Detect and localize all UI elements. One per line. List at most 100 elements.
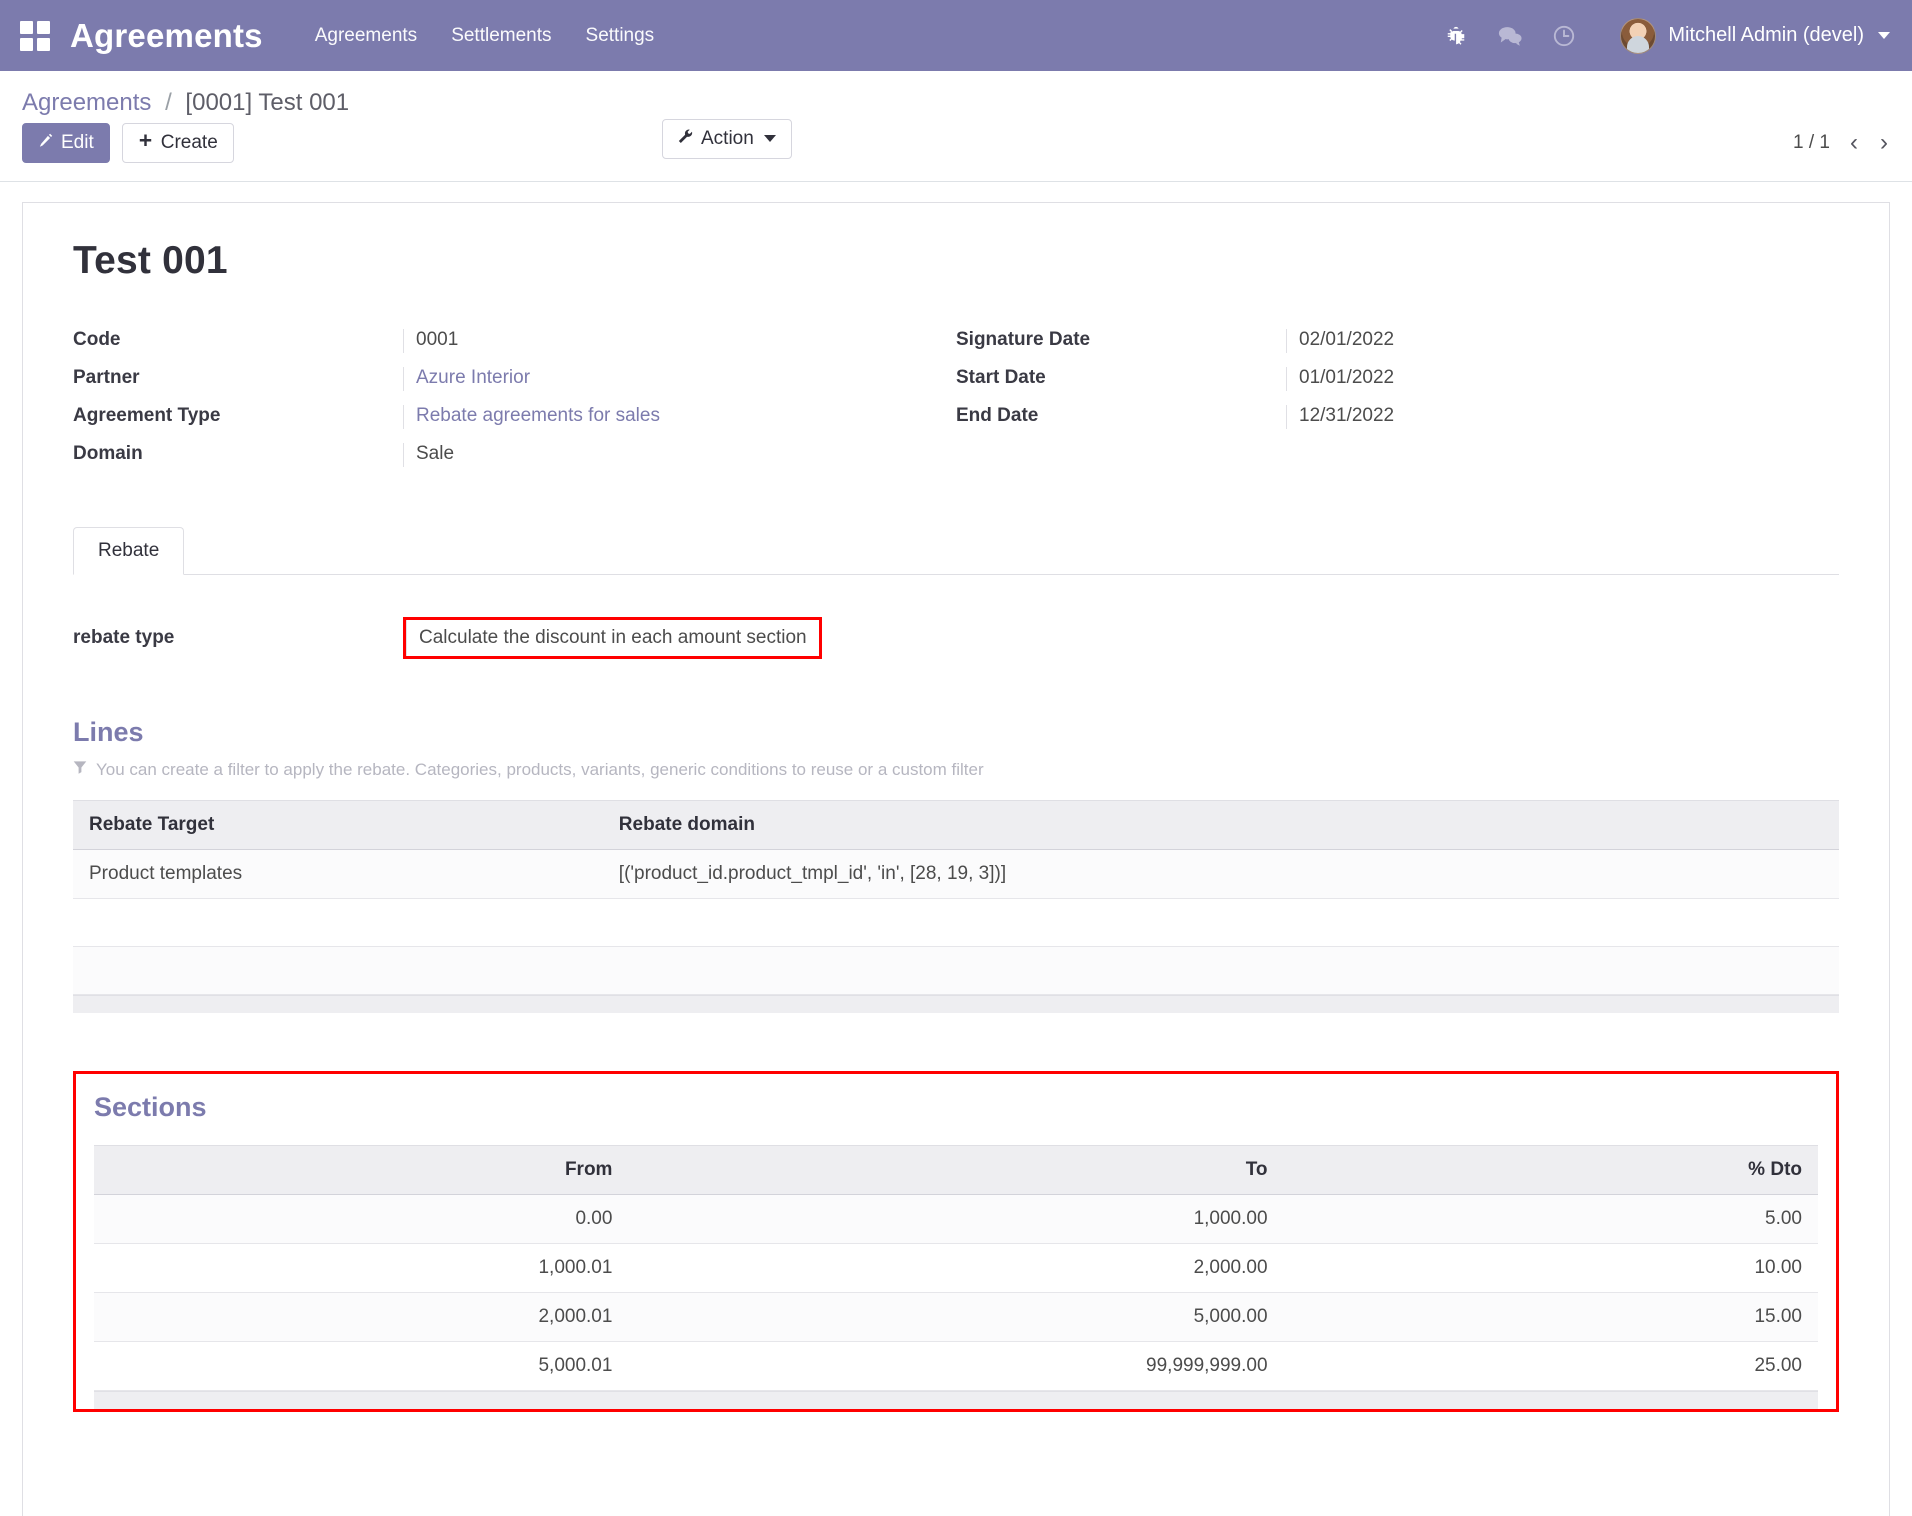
form-sheet: Test 001 Code 0001 Partner Azure Interio…: [22, 201, 1890, 1516]
edit-button[interactable]: Edit: [22, 123, 110, 163]
table-header-row: Rebate Target Rebate domain: [73, 799, 1839, 850]
cell-rebate-domain[interactable]: [602, 898, 1839, 947]
field-value-start-date[interactable]: 01/01/2022: [1286, 366, 1769, 391]
avatar: [1620, 17, 1657, 54]
apps-grid-icon[interactable]: [20, 20, 50, 51]
table-row[interactable]: 5,000.01 99,999,999.00 25.00: [94, 1341, 1818, 1391]
field-value-domain[interactable]: Sale: [403, 442, 886, 467]
notebook-tabs: Rebate: [73, 526, 1839, 575]
field-label-code: Code: [73, 328, 121, 350]
field-label-signature-date: Signature Date: [956, 328, 1091, 350]
pager-counter: 1 / 1: [1793, 131, 1830, 153]
cell-rebate-domain[interactable]: [602, 946, 1839, 995]
column-header-to[interactable]: To: [628, 1144, 1284, 1195]
bug-icon[interactable]: [1442, 22, 1470, 50]
column-header-pct-dto[interactable]: % Dto: [1283, 1144, 1818, 1195]
table-row[interactable]: [73, 898, 1839, 947]
field-label-partner: Partner: [73, 366, 140, 388]
lines-table: Rebate Target Rebate domain Product temp…: [73, 799, 1839, 995]
field-value-rebate-type[interactable]: Calculate the discount in each amount se…: [406, 619, 819, 656]
chevron-down-icon: [763, 135, 776, 143]
column-header-from[interactable]: From: [94, 1144, 629, 1195]
cell-from[interactable]: 5,000.01: [94, 1341, 629, 1391]
edit-button-label: Edit: [61, 132, 94, 153]
cell-rebate-target[interactable]: Product templates: [73, 849, 603, 899]
sections-section-title: Sections: [94, 1091, 207, 1122]
cell-pct-dto[interactable]: 15.00: [1283, 1292, 1818, 1342]
menu-item-agreements[interactable]: Agreements: [315, 25, 417, 47]
lines-help-text-container: You can create a filter to apply the reb…: [73, 760, 1839, 780]
cell-pct-dto[interactable]: 10.00: [1283, 1243, 1818, 1293]
main-menu: Agreements Settlements Settings: [315, 25, 654, 47]
field-groups: Code 0001 Partner Azure Interior Agreeme…: [73, 328, 1839, 481]
user-name-label: Mitchell Admin (devel): [1668, 24, 1864, 46]
column-header-rebate-target[interactable]: Rebate Target: [73, 799, 603, 850]
action-menu-container: Action: [662, 119, 792, 159]
cell-rebate-domain[interactable]: [('product_id.product_tmpl_id', 'in', [2…: [602, 849, 1839, 899]
app-brand-title[interactable]: Agreements: [70, 17, 263, 55]
field-row-end-date: End Date 12/31/2022: [956, 404, 1769, 429]
tab-rebate[interactable]: Rebate: [73, 526, 185, 575]
clock-icon[interactable]: [1550, 22, 1578, 50]
cell-rebate-target[interactable]: [73, 898, 603, 947]
user-menu[interactable]: Mitchell Admin (devel): [1620, 17, 1890, 54]
navbar-right-actions: Mitchell Admin (devel): [1442, 17, 1890, 54]
table-row[interactable]: 2,000.01 5,000.00 15.00: [94, 1292, 1818, 1342]
page-title: Test 001: [73, 238, 228, 282]
breadcrumb-current: [0001] Test 001: [185, 89, 350, 116]
field-row-start-date: Start Date 01/01/2022: [956, 366, 1769, 391]
field-value-code[interactable]: 0001: [403, 328, 886, 353]
table-row[interactable]: Product templates [('product_id.product_…: [73, 849, 1839, 899]
breadcrumb-root[interactable]: Agreements: [22, 89, 151, 116]
field-value-agreement-type[interactable]: Rebate agreements for sales: [403, 404, 886, 429]
cell-to[interactable]: 99,999,999.00: [628, 1341, 1284, 1391]
rebate-type-highlight: Calculate the discount in each amount se…: [403, 616, 822, 659]
column-header-rebate-domain[interactable]: Rebate domain: [602, 799, 1839, 850]
chat-icon[interactable]: [1496, 22, 1524, 50]
notebook: Rebate rebate type Calculate the discoun…: [73, 526, 1839, 1412]
sections-table-footer: [94, 1390, 1818, 1409]
field-label-domain: Domain: [73, 442, 143, 464]
cell-to[interactable]: 2,000.00: [628, 1243, 1284, 1293]
cell-from[interactable]: 1,000.01: [94, 1243, 629, 1293]
pencil-icon: [38, 131, 53, 155]
lines-table-footer: [73, 994, 1839, 1013]
pager-previous-button[interactable]: ‹: [1848, 130, 1860, 155]
cell-to[interactable]: 5,000.00: [628, 1292, 1284, 1342]
field-group-right: Signature Date 02/01/2022 Start Date 01/…: [956, 328, 1839, 481]
wrench-icon: [678, 127, 693, 151]
pager: 1 / 1 ‹ ›: [1793, 130, 1890, 155]
field-label-agreement-type: Agreement Type: [73, 404, 221, 426]
action-button[interactable]: Action: [662, 119, 792, 159]
pager-next-button[interactable]: ›: [1878, 130, 1890, 155]
field-label-start-date: Start Date: [956, 366, 1046, 388]
cell-from[interactable]: 2,000.01: [94, 1292, 629, 1342]
field-row-partner: Partner Azure Interior: [73, 366, 886, 391]
table-row[interactable]: [73, 946, 1839, 995]
breadcrumb-separator: /: [165, 89, 172, 116]
chevron-down-icon: [1878, 32, 1890, 39]
menu-item-settlements[interactable]: Settlements: [451, 25, 551, 47]
table-row[interactable]: 1,000.01 2,000.00 10.00: [94, 1243, 1818, 1293]
lines-section-title: Lines: [73, 716, 144, 747]
cell-from[interactable]: 0.00: [94, 1194, 629, 1244]
action-button-label: Action: [701, 128, 754, 149]
cell-rebate-target[interactable]: [73, 946, 603, 995]
lines-help-text: You can create a filter to apply the reb…: [96, 759, 984, 779]
field-row-domain: Domain Sale: [73, 442, 886, 467]
field-value-signature-date[interactable]: 02/01/2022: [1286, 328, 1769, 353]
field-row-agreement-type: Agreement Type Rebate agreements for sal…: [73, 404, 886, 429]
top-navbar: Agreements Agreements Settlements Settin…: [0, 0, 1912, 71]
menu-item-settings[interactable]: Settings: [586, 25, 655, 47]
field-value-end-date[interactable]: 12/31/2022: [1286, 404, 1769, 429]
cell-pct-dto[interactable]: 5.00: [1283, 1194, 1818, 1244]
table-row[interactable]: 0.00 1,000.00 5.00: [94, 1194, 1818, 1244]
form-view-container: Test 001 Code 0001 Partner Azure Interio…: [0, 181, 1912, 1516]
sections-highlight-block: Sections From To % Dto 0.00 1,000.00 5.0…: [73, 1070, 1839, 1412]
create-button[interactable]: Create: [121, 123, 234, 163]
control-panel: Agreements / [0001] Test 001 Edit Create…: [0, 71, 1912, 182]
cell-pct-dto[interactable]: 25.00: [1283, 1341, 1818, 1391]
field-value-partner[interactable]: Azure Interior: [403, 366, 886, 391]
cell-to[interactable]: 1,000.00: [628, 1194, 1284, 1244]
field-row-code: Code 0001: [73, 328, 886, 353]
